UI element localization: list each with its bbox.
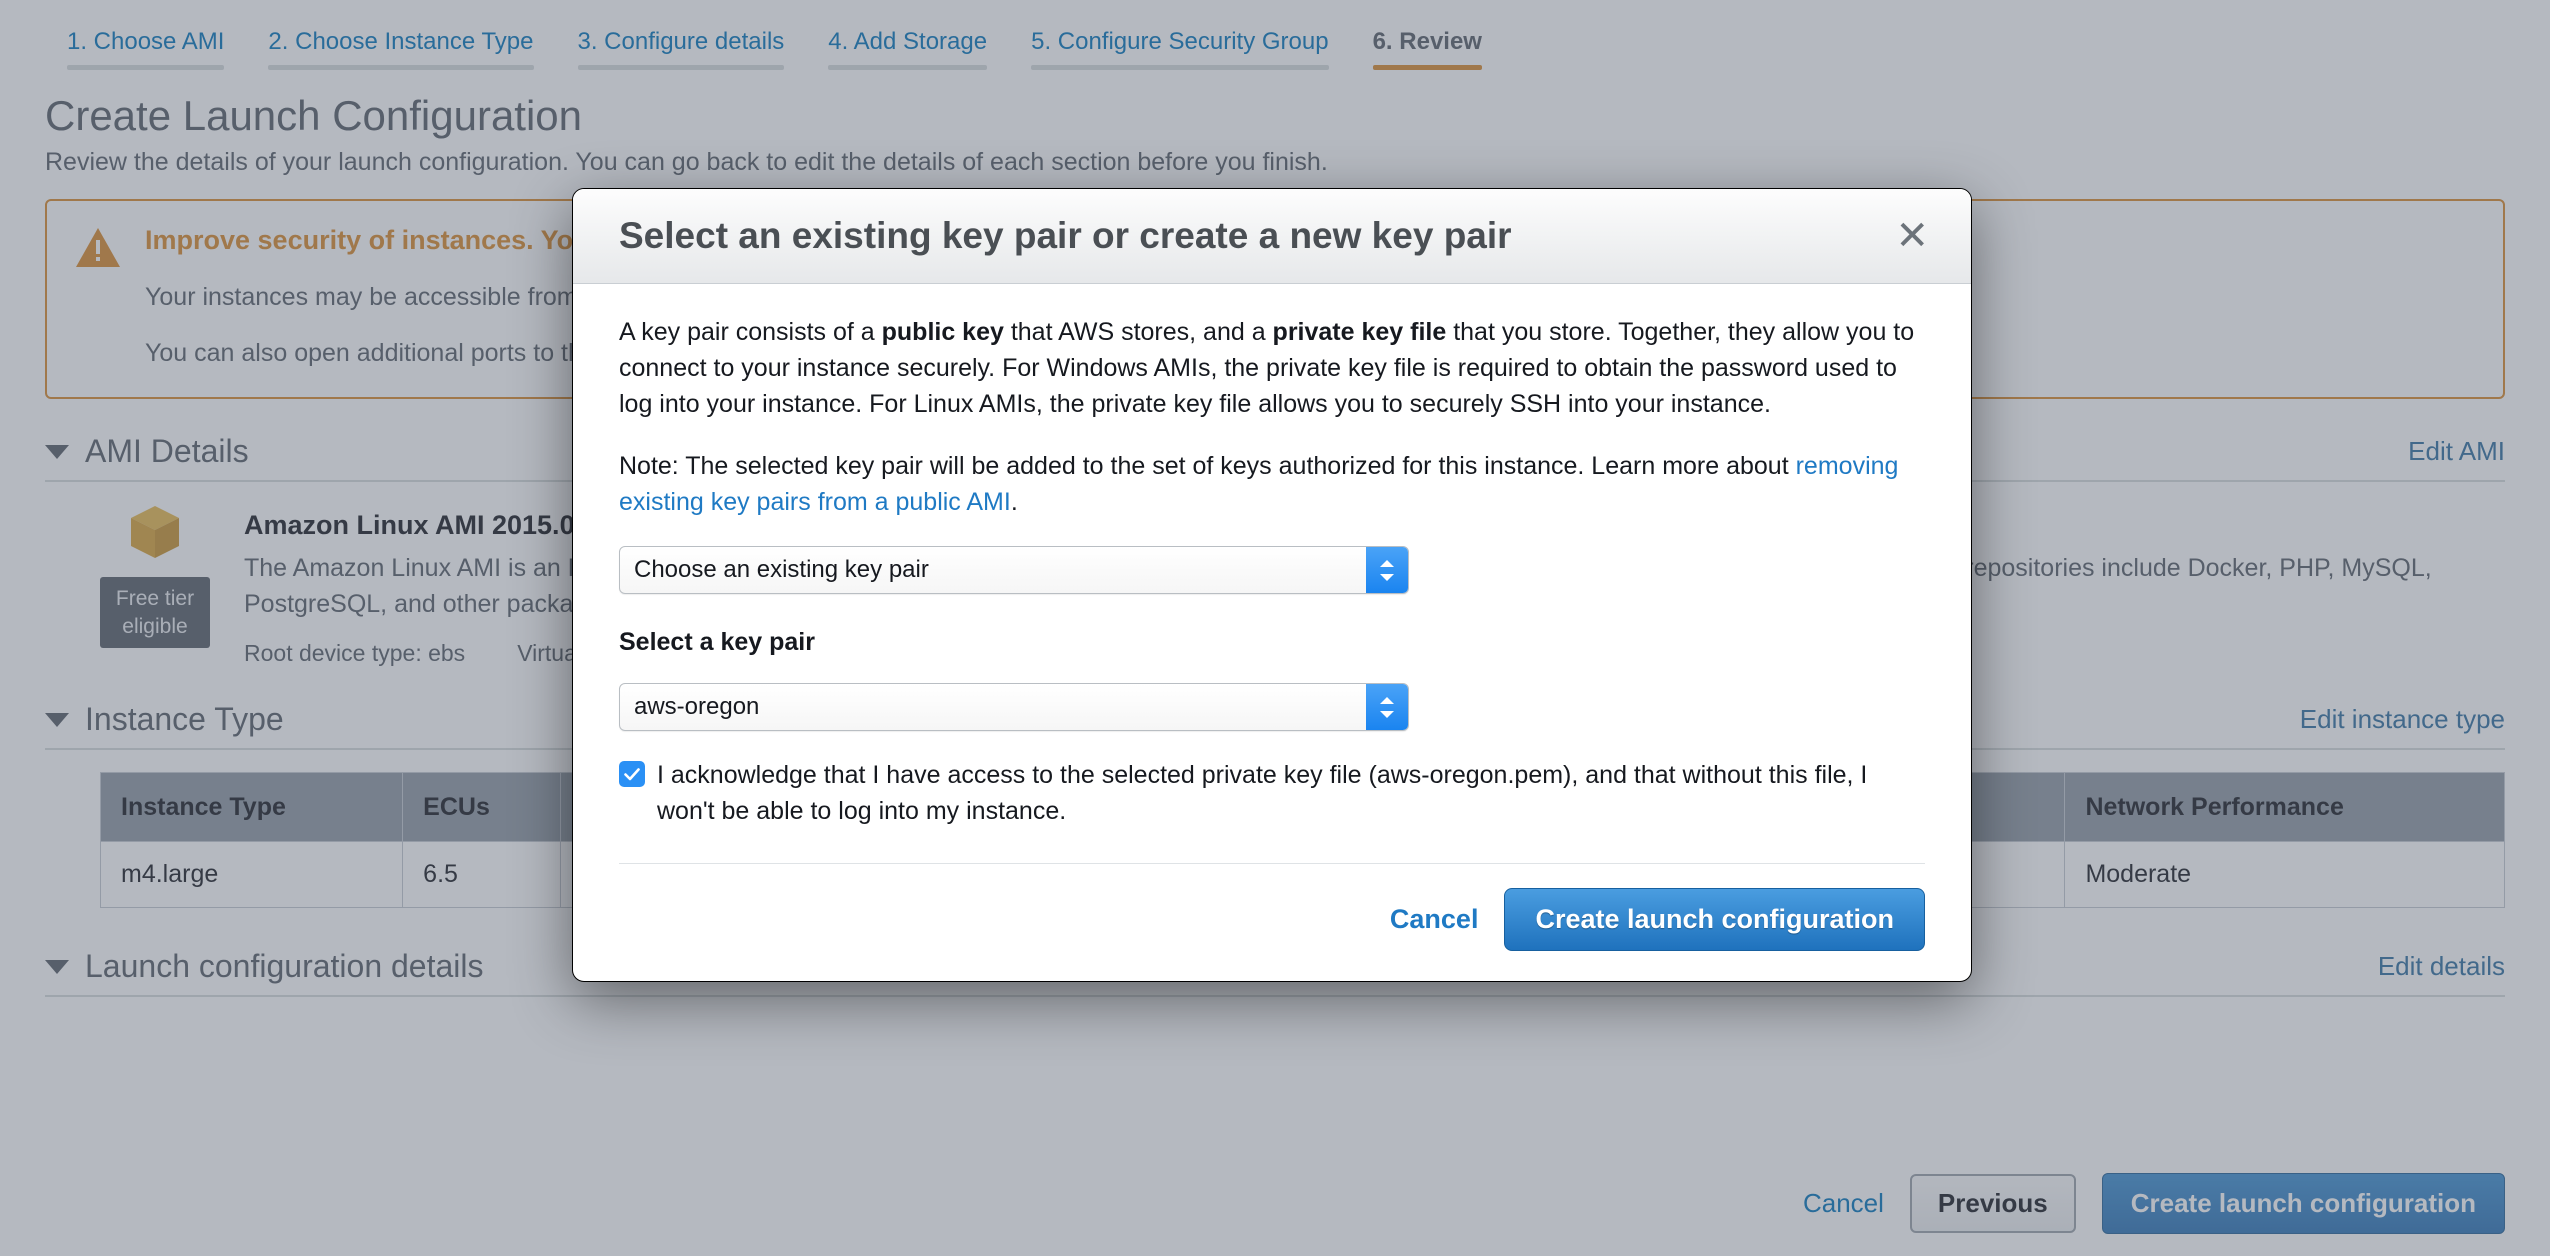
previous-button[interactable]: Previous bbox=[1909, 1174, 2076, 1233]
instance-type-title: Instance Type bbox=[85, 701, 284, 738]
select-key-pair-label: Select a key pair bbox=[619, 628, 815, 656]
key-pair-select[interactable]: aws-oregon bbox=[619, 683, 1409, 731]
warning-triangle-icon bbox=[75, 223, 121, 371]
edit-instance-type-link[interactable]: Edit instance type bbox=[2300, 704, 2505, 735]
page-title: Create Launch Configuration bbox=[45, 92, 583, 139]
modal-cancel-button[interactable]: Cancel bbox=[1390, 904, 1479, 935]
wizard-step-5[interactable]: 5. Configure Security Group bbox=[1009, 28, 1350, 70]
ami-details-title-wrap[interactable]: AMI Details bbox=[45, 433, 249, 470]
key-pair-action-select[interactable]: Choose an existing key pair bbox=[619, 546, 1409, 594]
paragraph2-part-a: Note: The selected key pair will be adde… bbox=[619, 452, 1796, 480]
paragraph1-part-b: that AWS stores, and a bbox=[1003, 318, 1273, 346]
page-footer-actions: Cancel Previous Create launch configurat… bbox=[1803, 1173, 2505, 1234]
wizard-step-5-label: 5. Configure Security Group bbox=[1031, 28, 1329, 55]
ami-root-device-type: Root device type: ebs bbox=[244, 640, 466, 667]
wizard-step-1-underline bbox=[67, 65, 225, 70]
cell-instance-type: m4.large bbox=[99, 841, 404, 909]
column-header-network-performance: Network Performance bbox=[2064, 772, 2505, 843]
wizard-steps: 1. Choose AMI 2. Choose Instance Type 3.… bbox=[0, 0, 2550, 70]
launch-details-title: Launch configuration details bbox=[85, 948, 484, 985]
wizard-step-2-underline bbox=[268, 65, 534, 70]
column-header-ecus: ECUs bbox=[402, 772, 562, 843]
free-tier-badge: Free tier eligible bbox=[100, 577, 210, 649]
paragraph1-bold-private-key-file: private key file bbox=[1272, 318, 1447, 346]
page-cancel-link[interactable]: Cancel bbox=[1803, 1188, 1884, 1219]
modal-header: Select an existing key pair or create a … bbox=[573, 189, 1971, 284]
page-subtitle: Review the details of your launch config… bbox=[45, 148, 1328, 177]
wizard-step-1[interactable]: 1. Choose AMI bbox=[45, 28, 246, 70]
wizard-step-2-label: 2. Choose Instance Type bbox=[268, 28, 534, 55]
edit-ami-link[interactable]: Edit AMI bbox=[2408, 436, 2505, 467]
paragraph1-part-a: A key pair consists of a bbox=[619, 318, 882, 346]
launch-details-title-wrap[interactable]: Launch configuration details bbox=[45, 948, 484, 985]
chevron-down-icon[interactable] bbox=[45, 959, 69, 974]
cell-network-performance: Moderate bbox=[2064, 841, 2505, 909]
wizard-step-3-underline bbox=[577, 65, 785, 70]
wizard-step-1-label: 1. Choose AMI bbox=[67, 28, 225, 55]
wizard-step-6[interactable]: 6. Review bbox=[1351, 28, 1504, 70]
wizard-step-2[interactable]: 2. Choose Instance Type bbox=[246, 28, 555, 70]
acknowledge-checkbox[interactable] bbox=[619, 761, 645, 787]
wizard-step-4-underline bbox=[828, 65, 988, 70]
close-icon[interactable]: ✕ bbox=[1887, 216, 1937, 256]
page-header: Create Launch Configuration Review the d… bbox=[0, 70, 2550, 177]
chevron-up-down-icon[interactable] bbox=[1366, 547, 1408, 593]
modal-footer: Cancel Create launch configuration bbox=[619, 863, 1925, 981]
acknowledge-label: I acknowledge that I have access to the … bbox=[657, 761, 1868, 825]
paragraph2-part-b: . bbox=[1010, 488, 1018, 516]
wizard-step-3[interactable]: 3. Configure details bbox=[556, 28, 807, 70]
modal-create-launch-configuration-button[interactable]: Create launch configuration bbox=[1504, 888, 1925, 951]
key-pair-action-select-wrap: Choose an existing key pair bbox=[619, 546, 1409, 594]
paragraph1-bold-public-key: public key bbox=[881, 318, 1004, 346]
wizard-step-4[interactable]: 4. Add Storage bbox=[806, 28, 1009, 70]
modal-title: Select an existing key pair or create a … bbox=[619, 215, 1512, 256]
chevron-up-down-icon[interactable] bbox=[1366, 684, 1408, 730]
key-pair-description-paragraph: A key pair consists of a public key that… bbox=[619, 314, 1925, 422]
wizard-step-3-label: 3. Configure details bbox=[577, 28, 785, 55]
modal-body: A key pair consists of a public key that… bbox=[573, 284, 1971, 520]
ami-details-title: AMI Details bbox=[85, 433, 249, 470]
edit-details-link[interactable]: Edit details bbox=[2378, 951, 2505, 982]
ami-icon-column: Free tier eligible bbox=[100, 504, 210, 667]
wizard-step-6-underline bbox=[1372, 65, 1482, 70]
chevron-down-icon[interactable] bbox=[45, 444, 69, 459]
key-pair-note-paragraph: Note: The selected key pair will be adde… bbox=[619, 448, 1925, 520]
chevron-down-icon[interactable] bbox=[45, 712, 69, 727]
instance-type-title-wrap[interactable]: Instance Type bbox=[45, 701, 284, 738]
cell-ecus: 6.5 bbox=[402, 841, 562, 909]
amazon-machine-image-cube-icon bbox=[100, 504, 210, 567]
key-pair-modal: Select an existing key pair or create a … bbox=[572, 188, 1972, 982]
column-header-instance-type: Instance Type bbox=[99, 772, 404, 843]
key-pair-value-select-wrap: aws-oregon bbox=[619, 683, 1409, 731]
acknowledge-row: I acknowledge that I have access to the … bbox=[619, 757, 1925, 829]
wizard-step-4-label: 4. Add Storage bbox=[828, 28, 988, 55]
wizard-step-6-label: 6. Review bbox=[1372, 28, 1482, 55]
wizard-step-5-underline bbox=[1031, 65, 1329, 70]
page-create-launch-configuration-button[interactable]: Create launch configuration bbox=[2101, 1173, 2505, 1234]
